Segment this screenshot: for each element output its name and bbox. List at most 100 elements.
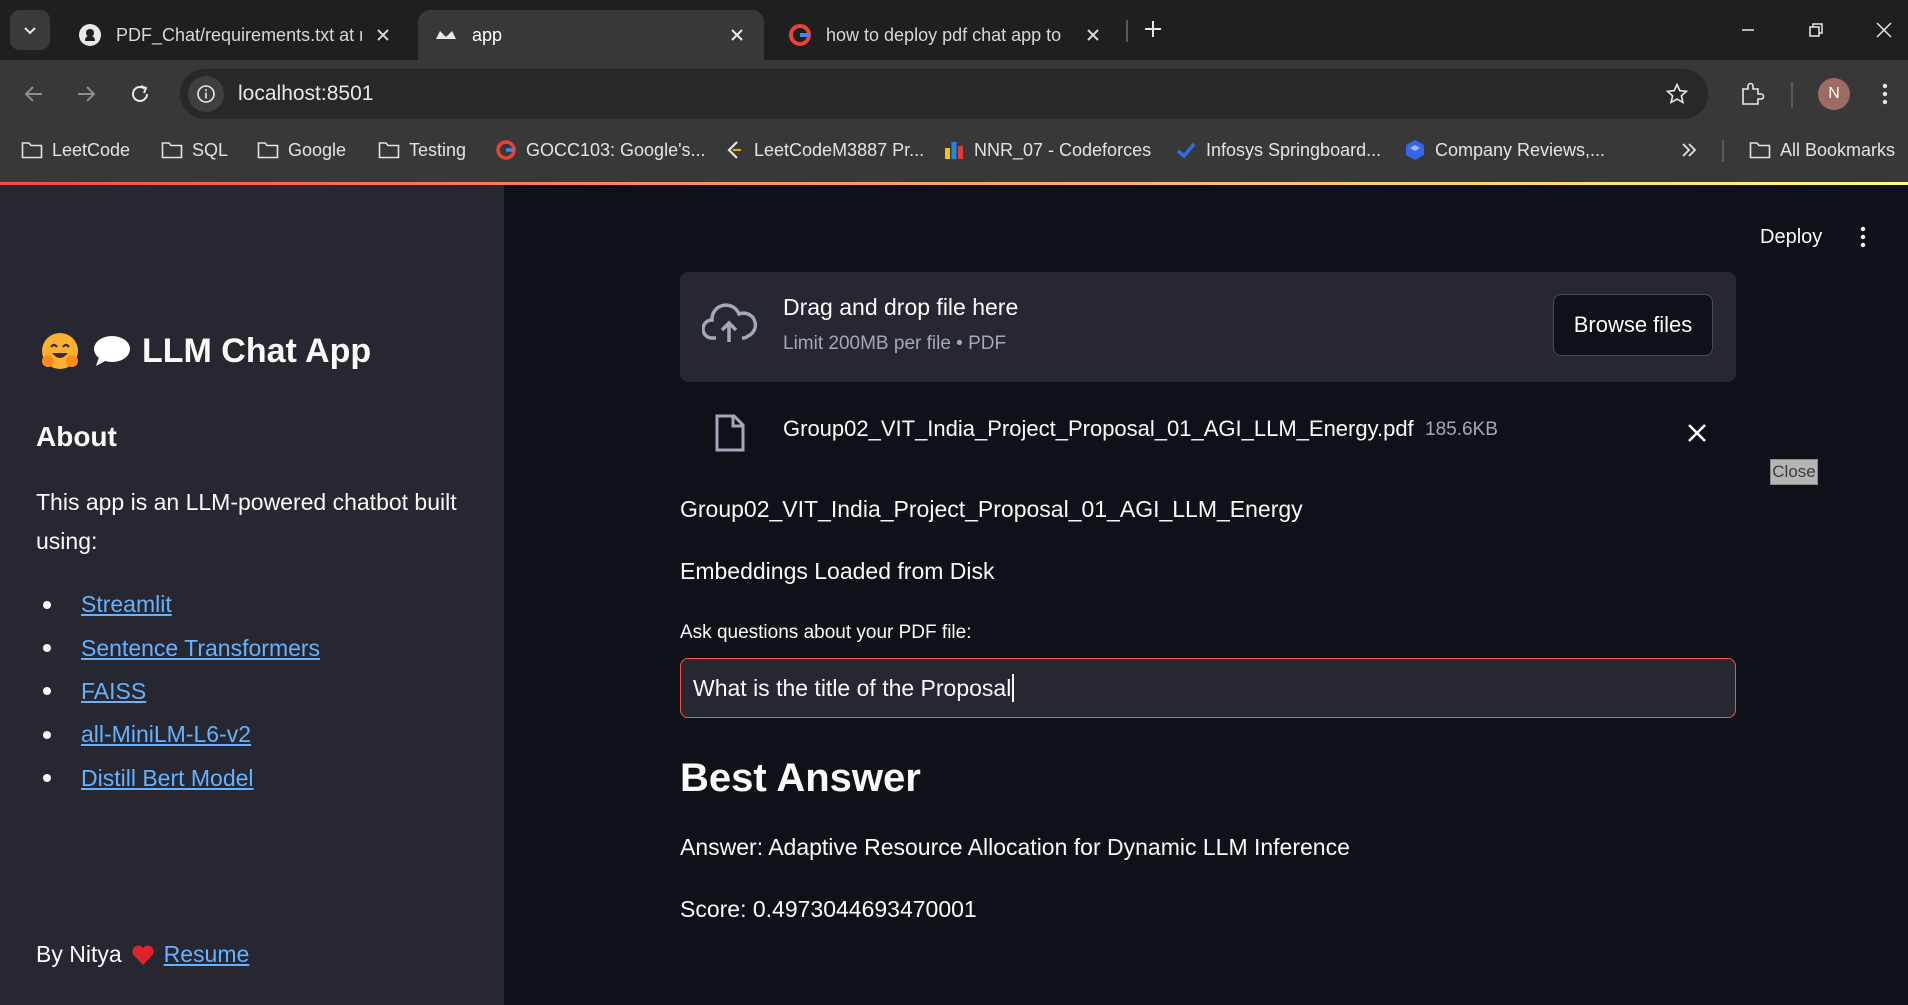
bookmark-label: NNR_07 - Codeforces xyxy=(974,139,1152,160)
new-tab-button[interactable] xyxy=(1138,14,1168,44)
answer-text: Answer: Adaptive Resource Allocation for… xyxy=(680,834,1350,860)
github-icon xyxy=(78,23,102,47)
bookmark-codeforces[interactable]: NNR_07 - Codeforces xyxy=(942,128,1151,172)
folder-icon xyxy=(377,138,401,162)
tab-title: PDF_Chat/requirements.txt at m xyxy=(116,24,362,45)
google-icon xyxy=(494,138,518,162)
close-icon xyxy=(1876,22,1892,38)
folder-icon xyxy=(20,138,44,162)
sentence-transformers-link[interactable]: Sentence Transformers xyxy=(81,635,320,662)
streamlit-link[interactable]: Streamlit xyxy=(81,591,172,618)
faiss-link[interactable]: FAISS xyxy=(81,678,146,705)
question-input-value: What is the title of the Proposal xyxy=(693,674,1012,701)
folder-icon xyxy=(1748,138,1772,162)
infosys-icon xyxy=(1174,138,1198,162)
question-input[interactable]: What is the title of the Proposal xyxy=(680,658,1736,718)
bullet xyxy=(43,687,51,696)
document-name: Group02_VIT_India_Project_Proposal_01_AG… xyxy=(680,496,1303,522)
browser-menu-button[interactable] xyxy=(1870,76,1900,112)
bookmark-infosys[interactable]: Infosys Springboard... xyxy=(1174,128,1381,172)
bookmark-label: LeetCodeM3887 Pr... xyxy=(754,139,925,160)
minimize-button[interactable] xyxy=(1728,12,1768,48)
tab-app[interactable]: app xyxy=(418,10,764,60)
bookmark-folder-sql[interactable]: SQL xyxy=(160,128,228,172)
extensions-button[interactable] xyxy=(1734,76,1770,112)
folder-icon xyxy=(160,138,184,162)
tab-title: how to deploy pdf chat app to xyxy=(826,24,1062,45)
more-bookmarks-button[interactable] xyxy=(1674,136,1704,164)
browse-files-button[interactable]: Browse files xyxy=(1553,294,1713,356)
tab-google-search[interactable]: how to deploy pdf chat app to xyxy=(772,10,1120,60)
dropzone-instruction: Drag and drop file here xyxy=(783,294,1019,320)
url-text[interactable]: localhost:8501 xyxy=(238,82,373,106)
chevron-double-right-icon xyxy=(1682,143,1697,157)
bookmark-leetcode-m3887[interactable]: LeetCodeM3887 Pr... xyxy=(722,128,924,172)
close-tab-icon[interactable] xyxy=(726,24,748,46)
arrow-right-icon xyxy=(78,86,96,102)
arrow-left-icon xyxy=(24,86,42,102)
close-icon xyxy=(1688,424,1706,442)
list-item: all-MiniLM-L6-v2 xyxy=(36,713,320,756)
dropzone-limit: Limit 200MB per file • PDF xyxy=(783,333,1007,354)
bookmark-gocc103[interactable]: GOCC103: Google's... xyxy=(494,128,706,172)
question-label: Ask questions about your PDF file: xyxy=(680,622,972,643)
address-bar[interactable]: localhost:8501 xyxy=(180,69,1708,119)
forward-button[interactable] xyxy=(66,74,106,114)
site-info-icon[interactable] xyxy=(188,76,224,112)
bookmarks-bar: LeetCode SQL Google Testing GOCC103: Goo… xyxy=(0,128,1908,182)
close-window-button[interactable] xyxy=(1864,12,1904,48)
chevron-down-icon xyxy=(24,27,36,35)
profile-avatar[interactable]: N xyxy=(1818,78,1850,110)
app-header xyxy=(504,185,1908,245)
close-button[interactable]: Close xyxy=(1770,459,1818,485)
bookmark-folder-testing[interactable]: Testing xyxy=(377,128,466,172)
tab-github[interactable]: PDF_Chat/requirements.txt at m xyxy=(62,10,410,60)
bookmark-folder-leetcode[interactable]: LeetCode xyxy=(20,128,130,172)
speech-balloon-icon xyxy=(90,329,134,373)
toolbar-divider xyxy=(1791,82,1793,108)
bullet xyxy=(43,730,51,739)
sidebar-footer: By Nitya Resume xyxy=(36,941,249,968)
file-dropzone[interactable]: Drag and drop file here Limit 200MB per … xyxy=(680,272,1736,382)
list-item: FAISS xyxy=(36,670,320,713)
reload-button[interactable] xyxy=(120,74,160,114)
list-item: Distill Bert Model xyxy=(36,757,320,800)
hugging-face-emoji-icon xyxy=(38,329,82,373)
text-caret xyxy=(1012,674,1015,702)
bookmark-star-icon[interactable] xyxy=(1662,79,1692,109)
distill-bert-link[interactable]: Distill Bert Model xyxy=(81,765,254,792)
reload-icon xyxy=(132,85,148,102)
more-vertical-icon xyxy=(1882,83,1888,105)
close-tab-icon[interactable] xyxy=(1082,24,1104,46)
bullet xyxy=(43,644,51,653)
resume-link[interactable]: Resume xyxy=(164,941,250,968)
restore-icon xyxy=(1809,23,1823,37)
back-button[interactable] xyxy=(14,74,54,114)
deploy-button[interactable]: Deploy xyxy=(1748,220,1834,254)
sidebar-title: LLM Chat App xyxy=(38,329,371,373)
close-tab-icon[interactable] xyxy=(372,24,394,46)
bookmark-label: Infosys Springboard... xyxy=(1206,139,1382,160)
sidebar: LLM Chat App About This app is an LLM-po… xyxy=(0,185,504,1005)
folder-icon xyxy=(256,138,280,162)
app-menu-button[interactable] xyxy=(1848,220,1878,254)
tab-search-button[interactable] xyxy=(10,10,50,50)
uploaded-file: Group02_VIT_India_Project_Proposal_01_AG… xyxy=(680,400,1736,464)
remove-file-button[interactable] xyxy=(1680,416,1714,450)
bookmark-folder-google[interactable]: Google xyxy=(256,128,346,172)
uploaded-file-size: 185.6KB xyxy=(1425,419,1498,440)
restore-button[interactable] xyxy=(1796,12,1836,48)
all-bookmarks-label: All Bookmarks xyxy=(1780,139,1896,160)
bookmark-company-reviews[interactable]: Company Reviews,... xyxy=(1403,128,1605,172)
streamlit-icon xyxy=(434,23,458,47)
bookmark-label: GOCC103: Google's... xyxy=(526,139,706,160)
google-icon xyxy=(788,23,812,47)
minilm-link[interactable]: all-MiniLM-L6-v2 xyxy=(81,721,251,748)
bookmark-label: SQL xyxy=(192,139,229,160)
all-bookmarks-button[interactable]: All Bookmarks xyxy=(1748,128,1895,172)
footer-author: By Nitya xyxy=(36,941,122,967)
bookmark-label: Testing xyxy=(409,139,467,160)
puzzle-icon xyxy=(1742,82,1765,105)
about-description: This app is an LLM-powered chatbot built… xyxy=(36,489,457,554)
uploaded-file-name: Group02_VIT_India_Project_Proposal_01_AG… xyxy=(783,416,1414,441)
